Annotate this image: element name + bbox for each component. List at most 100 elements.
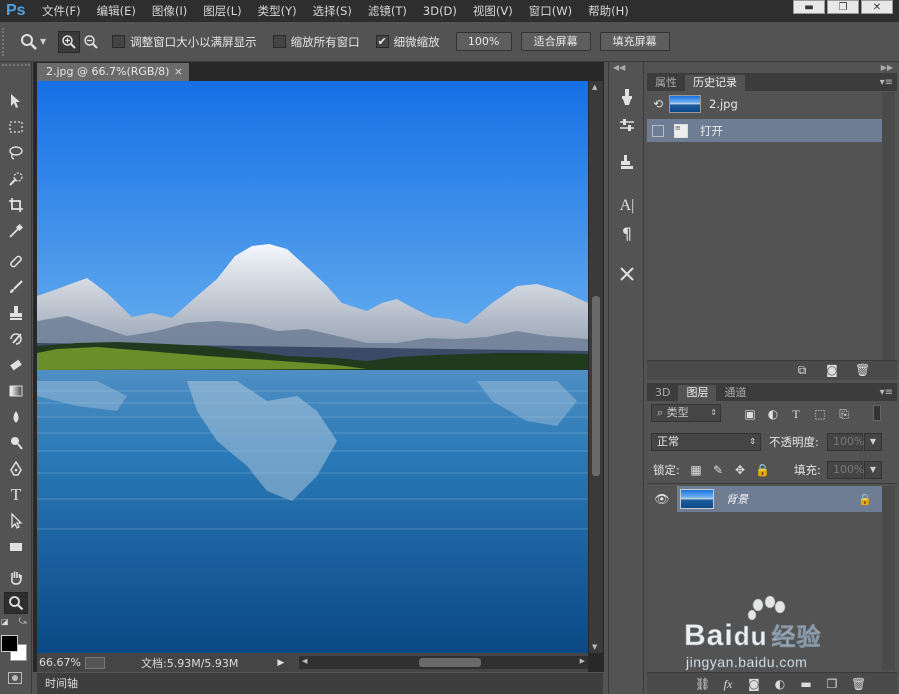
lock-transparent-pixels-icon[interactable]: ▦ bbox=[689, 463, 703, 477]
layer-style-fx-icon[interactable]: fx bbox=[721, 677, 735, 691]
menu-select[interactable]: 选择(S) bbox=[305, 0, 360, 22]
fill-screen-button[interactable]: 填充屏幕 bbox=[599, 32, 670, 51]
fit-screen-button[interactable]: 适合屏幕 bbox=[520, 32, 591, 51]
new-snapshot-icon[interactable]: ◙ bbox=[825, 363, 839, 377]
scroll-right-icon[interactable]: ▶ bbox=[580, 657, 585, 665]
delete-layer-icon[interactable]: 🗑 bbox=[851, 677, 866, 691]
default-colors-icon[interactable]: ◪ bbox=[1, 617, 11, 627]
menu-layer[interactable]: 图层(L) bbox=[195, 0, 249, 22]
filter-smart-object-icon[interactable]: ⎘ bbox=[837, 407, 851, 421]
lock-position-icon[interactable]: ✥ bbox=[733, 463, 747, 477]
menu-file[interactable]: 文件(F) bbox=[34, 0, 89, 22]
eraser-tool-icon[interactable] bbox=[4, 354, 28, 376]
filter-type-icon[interactable]: T bbox=[789, 407, 803, 421]
fill-input[interactable]: 100% bbox=[827, 461, 864, 479]
horizontal-scroll-thumb[interactable] bbox=[419, 658, 481, 667]
quick-selection-tool-icon[interactable] bbox=[4, 168, 28, 190]
adjustment-sliders-icon[interactable] bbox=[615, 114, 639, 136]
close-button[interactable]: ✕ bbox=[861, 0, 893, 14]
filter-shape-icon[interactable]: ⬚ bbox=[813, 407, 827, 421]
eyedropper-tool-icon[interactable] bbox=[4, 220, 28, 242]
menu-edit[interactable]: 编辑(E) bbox=[89, 0, 144, 22]
swap-colors-icon[interactable]: ⤿ bbox=[19, 617, 29, 627]
marquee-tool-icon[interactable] bbox=[4, 116, 28, 138]
history-state-checkbox[interactable] bbox=[652, 124, 664, 137]
healing-brush-tool-icon[interactable] bbox=[4, 250, 28, 272]
filter-adjustment-icon[interactable]: ◐ bbox=[766, 407, 780, 421]
vertical-scrollbar[interactable]: ▲ ▼ bbox=[589, 81, 603, 653]
menu-window[interactable]: 窗口(W) bbox=[521, 0, 580, 22]
link-layers-icon[interactable]: ⛓ bbox=[695, 677, 710, 691]
layers-panel-menu-icon[interactable]: ▾≡ bbox=[880, 385, 897, 401]
restore-button[interactable]: ❐ bbox=[827, 0, 859, 14]
gradient-tool-icon[interactable] bbox=[4, 380, 28, 402]
history-snapshot-row[interactable]: ⟲ 2.jpg bbox=[647, 92, 882, 115]
scroll-up-icon[interactable]: ▲ bbox=[592, 83, 597, 91]
filter-toggle-switch[interactable] bbox=[873, 405, 881, 421]
character-panel-icon[interactable]: A| bbox=[615, 195, 639, 217]
foreground-color-swatch[interactable] bbox=[1, 635, 18, 652]
history-panel-menu-icon[interactable]: ▾≡ bbox=[880, 75, 897, 91]
preset-dropdown-icon[interactable]: ▼ bbox=[40, 37, 46, 46]
scroll-left-icon[interactable]: ◀ bbox=[302, 657, 307, 665]
blur-tool-icon[interactable] bbox=[4, 406, 28, 428]
collapse-dock-icon[interactable]: ◀◀ bbox=[613, 63, 625, 72]
tab-layers[interactable]: 图层 bbox=[678, 385, 717, 401]
actual-pixels-button[interactable]: 100% bbox=[455, 32, 512, 51]
menu-type[interactable]: 类型(Y) bbox=[250, 0, 305, 22]
minimize-button[interactable]: ▬ bbox=[793, 0, 825, 14]
zoom-in-icon[interactable] bbox=[58, 30, 81, 53]
document-tab-close-icon[interactable]: × bbox=[174, 63, 183, 81]
lasso-tool-icon[interactable] bbox=[4, 142, 28, 164]
add-mask-icon[interactable]: ◙ bbox=[747, 677, 761, 691]
timeline-panel-tab[interactable]: 时间轴 bbox=[37, 673, 603, 694]
lock-image-pixels-icon[interactable]: ✎ bbox=[711, 463, 725, 477]
path-selection-tool-icon[interactable] bbox=[4, 510, 28, 532]
layer-filter-kind-select[interactable]: ⌕ 类型 ⇕ bbox=[651, 404, 721, 422]
lock-all-icon[interactable]: 🔒 bbox=[755, 463, 770, 477]
move-tool-icon[interactable] bbox=[4, 90, 28, 112]
document-tab[interactable]: 2.jpg @ 66.7%(RGB/8) × bbox=[37, 63, 189, 81]
opacity-dropdown-icon[interactable]: ▼ bbox=[864, 433, 882, 451]
tab-channels[interactable]: 通道 bbox=[716, 385, 754, 401]
type-tool-icon[interactable]: T bbox=[4, 484, 28, 506]
pen-tool-icon[interactable] bbox=[4, 458, 28, 480]
tab-properties[interactable]: 属性 bbox=[647, 75, 685, 91]
opacity-input[interactable]: 100% bbox=[827, 433, 864, 451]
scrubby-zoom-option[interactable]: ✔ 细微缩放 bbox=[375, 34, 440, 50]
brush-presets-icon[interactable] bbox=[615, 86, 639, 108]
zoom-out-icon[interactable] bbox=[80, 31, 102, 53]
history-brush-source-icon[interactable]: ⟲ bbox=[647, 97, 669, 111]
menu-filter[interactable]: 滤镜(T) bbox=[360, 0, 415, 22]
vertical-scroll-thumb[interactable] bbox=[592, 296, 600, 476]
tab-history[interactable]: 历史记录 bbox=[685, 75, 745, 91]
paragraph-panel-icon[interactable]: ¶ bbox=[615, 222, 639, 244]
filter-pixel-icon[interactable]: ▣ bbox=[743, 407, 757, 421]
new-group-icon[interactable]: ▬ bbox=[799, 677, 813, 691]
new-adjustment-layer-icon[interactable]: ◐ bbox=[773, 677, 787, 691]
clone-stamp-tool-icon[interactable] bbox=[4, 302, 28, 324]
layers-scrollbar[interactable] bbox=[882, 486, 895, 670]
menu-3d[interactable]: 3D(D) bbox=[415, 0, 465, 22]
horizontal-scrollbar[interactable]: ◀ ▶ bbox=[299, 656, 588, 669]
scroll-down-icon[interactable]: ▼ bbox=[592, 643, 597, 651]
status-menu-arrow-icon[interactable]: ▶ bbox=[277, 658, 284, 668]
brush-tool-icon[interactable] bbox=[4, 276, 28, 298]
hand-tool-icon[interactable] bbox=[4, 566, 28, 588]
menu-image[interactable]: 图像(I) bbox=[144, 0, 195, 22]
crop-tool-icon[interactable] bbox=[4, 194, 28, 216]
scrubby-zoom-checkbox[interactable]: ✔ bbox=[375, 35, 389, 48]
layer-row-background[interactable]: 背景 🔒 bbox=[677, 486, 882, 512]
rectangle-tool-icon[interactable] bbox=[4, 536, 28, 558]
new-document-from-state-icon[interactable]: ⧉ bbox=[795, 363, 809, 377]
zoom-level[interactable]: 66.67% bbox=[37, 656, 85, 669]
history-brush-tool-icon[interactable] bbox=[4, 328, 28, 350]
history-scrollbar[interactable] bbox=[882, 92, 895, 360]
zoom-all-checkbox[interactable] bbox=[272, 35, 286, 48]
new-layer-icon[interactable]: ❐ bbox=[825, 677, 839, 691]
zoom-tool-icon[interactable] bbox=[4, 592, 28, 614]
blend-mode-select[interactable]: 正常 ⇕ bbox=[651, 433, 761, 451]
resize-windows-checkbox[interactable] bbox=[112, 35, 126, 48]
dodge-tool-icon[interactable] bbox=[4, 432, 28, 454]
delete-state-icon[interactable]: 🗑 bbox=[855, 363, 870, 377]
